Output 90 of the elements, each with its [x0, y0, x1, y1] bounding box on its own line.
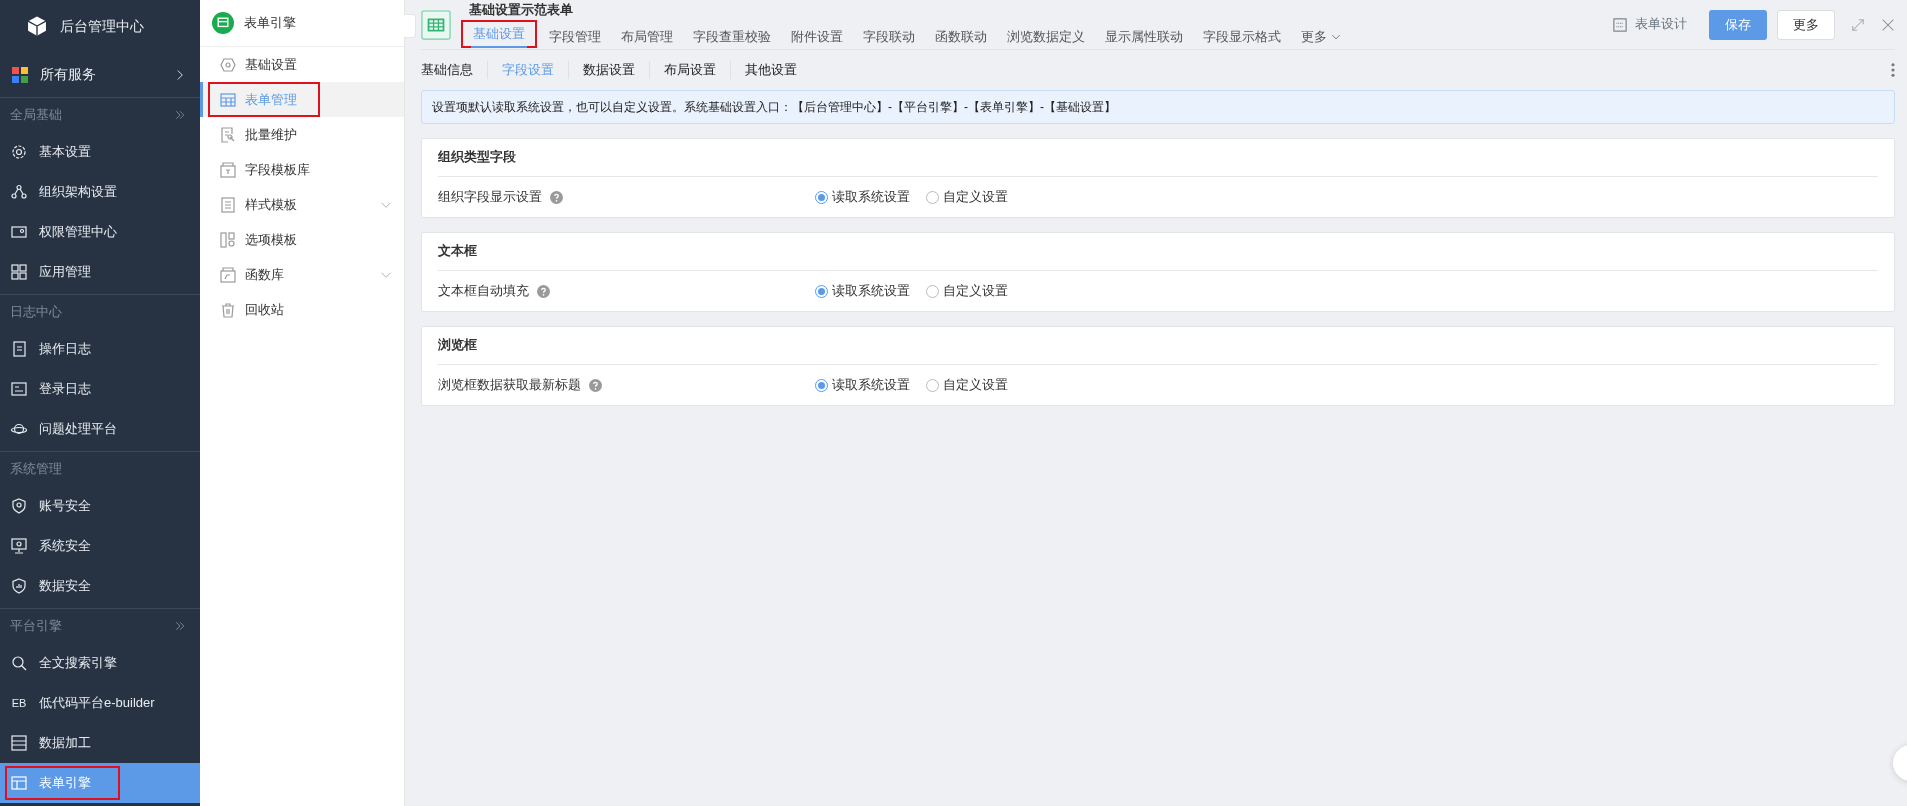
- document-icon: [11, 341, 27, 357]
- document-edit-icon: [220, 126, 236, 143]
- form-tab[interactable]: 附件设置: [781, 26, 853, 48]
- form-title: 基础设置示范表单: [469, 0, 574, 19]
- sidebar-item[interactable]: 数据加工: [0, 723, 200, 763]
- form-tab[interactable]: 浏览数据定义: [997, 26, 1095, 48]
- form-tab[interactable]: 字段显示格式: [1193, 26, 1291, 48]
- form-tab[interactable]: 显示属性联动: [1095, 26, 1193, 48]
- setting-label: 组织字段显示设置: [438, 188, 542, 206]
- planet-icon: [11, 421, 27, 437]
- form-engine-logo-icon: [212, 12, 234, 34]
- sidebar-item[interactable]: 操作日志: [0, 329, 200, 369]
- icon-label: EB: [11, 695, 27, 711]
- sidebar-item[interactable]: 登录日志: [0, 369, 200, 409]
- radio-option[interactable]: 自定义设置: [926, 187, 1008, 207]
- settings-tab[interactable]: 数据设置: [568, 60, 649, 80]
- shield-icon: [11, 498, 27, 514]
- table-icon: [220, 91, 236, 108]
- nodes-icon: [11, 184, 27, 200]
- subnav-item[interactable]: 函数库: [200, 257, 404, 292]
- form-design-button[interactable]: 表单设计: [1607, 14, 1693, 35]
- kebab-menu-icon: [1891, 63, 1895, 77]
- help-icon: [550, 190, 563, 204]
- collapse-handle[interactable]: [404, 14, 416, 38]
- trash-icon: [220, 301, 236, 318]
- search-icon: [11, 655, 27, 671]
- section-title: 浏览框: [438, 327, 1878, 365]
- table-icon: [11, 775, 27, 791]
- help-icon: [537, 284, 550, 298]
- subnav-item[interactable]: 样式模板: [200, 187, 404, 222]
- setting-label: 浏览框数据获取最新标题: [438, 376, 581, 394]
- subnav-item[interactable]: 选项模板: [200, 222, 404, 257]
- subnav-item[interactable]: 批量维护: [200, 117, 404, 152]
- double-chevron-icon: [174, 109, 186, 121]
- form-tab[interactable]: 字段查重校验: [683, 26, 781, 48]
- form-tab[interactable]: 函数联动: [925, 26, 997, 48]
- info-notice: 设置项默认读取系统设置，也可以自定义设置。系统基础设置入口：【后台管理中心】-【平台引擎】-【表单引擎】-【基础设置】: [421, 90, 1895, 124]
- subnav-title: 表单引擎: [244, 14, 296, 33]
- form-tab[interactable]: 布局管理: [611, 26, 683, 48]
- help-icon: [589, 378, 602, 392]
- shield-icon: [11, 578, 27, 594]
- radio-option[interactable]: 读取系统设置: [815, 375, 910, 395]
- group-label: 日志中心: [10, 303, 62, 322]
- sidebar-item[interactable]: 数据安全: [0, 566, 200, 606]
- radio-option[interactable]: 读取系统设置: [815, 281, 910, 301]
- table-icon: [421, 9, 451, 40]
- section-title: 组织类型字段: [438, 139, 1878, 177]
- close-icon: [1881, 17, 1895, 32]
- sidebar-item[interactable]: 账号安全: [0, 486, 200, 526]
- sidebar-item[interactable]: 全文搜索引擎: [0, 643, 200, 683]
- group-label: 平台引擎: [10, 617, 62, 636]
- all-services-item[interactable]: 所有服务: [0, 52, 200, 98]
- grid-icon: [11, 264, 27, 280]
- sidebar-item[interactable]: 权限管理中心: [0, 212, 200, 252]
- group-label: 全局基础: [10, 106, 62, 125]
- subnav-item[interactable]: 基础设置: [200, 47, 404, 82]
- sidebar-item[interactable]: 应用管理: [0, 252, 200, 292]
- setting-label: 文本框自动填充: [438, 282, 529, 300]
- cube-logo-icon: [26, 15, 48, 37]
- template-icon: [220, 161, 236, 178]
- sidebar-title: 后台管理中心: [60, 16, 144, 36]
- group-label: 系统管理: [10, 460, 62, 479]
- sidebar-item[interactable]: 基本设置: [0, 132, 200, 172]
- form-tab[interactable]: 字段联动: [853, 26, 925, 48]
- radio-option[interactable]: 读取系统设置: [815, 187, 910, 207]
- sidebar-item[interactable]: 系统安全: [0, 526, 200, 566]
- section-title: 文本框: [438, 233, 1878, 271]
- double-chevron-icon: [174, 620, 186, 632]
- sidebar-item[interactable]: 问题处理平台: [0, 409, 200, 449]
- options-icon: [220, 231, 236, 248]
- radio-option[interactable]: 自定义设置: [926, 281, 1008, 301]
- list-icon: [11, 735, 27, 751]
- expand-icon: [1851, 17, 1865, 32]
- subnav-item[interactable]: 回收站: [200, 292, 404, 327]
- sidebar-item[interactable]: EB 低代码平台e-builder: [0, 683, 200, 723]
- settings-tab[interactable]: 布局设置: [649, 60, 730, 80]
- more-tabs-dropdown[interactable]: 更多: [1291, 26, 1351, 48]
- chart-icon: [11, 381, 27, 397]
- settings-tab[interactable]: 其他设置: [730, 60, 811, 80]
- monitor-icon: [11, 538, 27, 554]
- radio-option[interactable]: 自定义设置: [926, 375, 1008, 395]
- form-tab[interactable]: 字段管理: [539, 26, 611, 48]
- card-icon: [11, 224, 27, 240]
- settings-tab[interactable]: 基础信息: [421, 60, 487, 80]
- sidebar-item[interactable]: 组织架构设置: [0, 172, 200, 212]
- grid-icon: [12, 66, 28, 83]
- subnav-item[interactable]: 字段模板库: [200, 152, 404, 187]
- document-icon: [220, 196, 236, 213]
- more-button[interactable]: 更多: [1777, 9, 1835, 40]
- chevron-down-icon: [1331, 32, 1341, 42]
